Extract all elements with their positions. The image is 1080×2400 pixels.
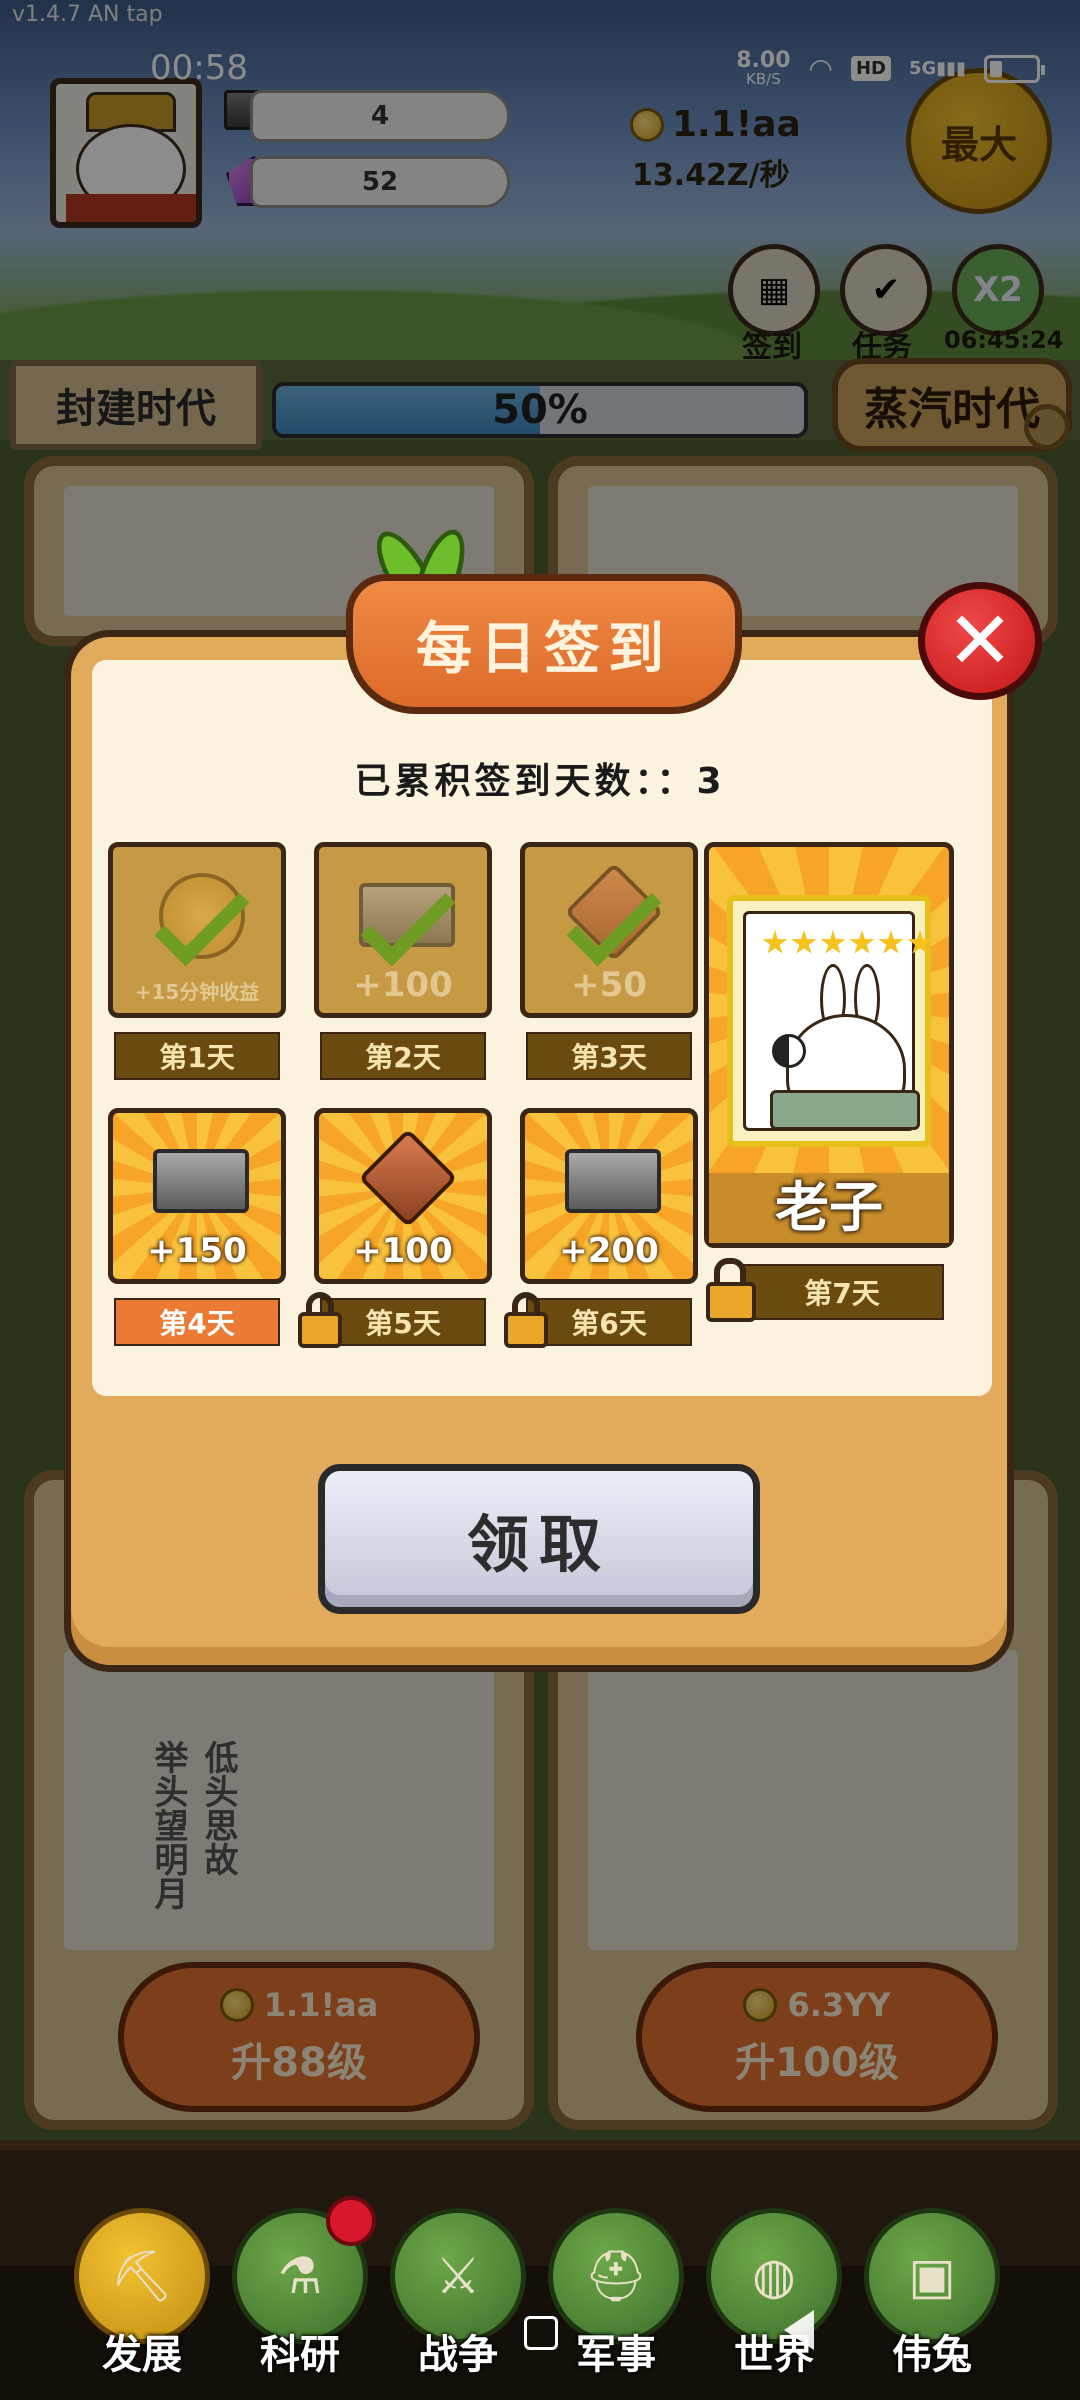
ingot-icon — [565, 1149, 661, 1213]
nav-label: 战争 — [418, 2332, 498, 2378]
ingot-icon — [153, 1149, 249, 1213]
day-2-reward: +100 — [353, 965, 453, 1005]
day-4-reward-tile[interactable]: +150 — [108, 1108, 286, 1284]
nav-label: 科研 — [260, 2332, 340, 2378]
laozi-portrait — [727, 895, 933, 1147]
home-icon[interactable] — [524, 2316, 558, 2350]
nav-item-2[interactable]: ⚔ 战争 — [388, 2208, 528, 2378]
star-icon — [878, 930, 904, 954]
claim-button[interactable]: 领取 — [318, 1464, 760, 1614]
day-3-label: 第3天 — [526, 1032, 692, 1080]
nav-label: 伟兔 — [892, 2332, 972, 2378]
back-icon[interactable] — [784, 2310, 814, 2350]
star-rating — [762, 930, 933, 956]
star-icon — [820, 930, 846, 954]
star-icon — [849, 930, 875, 954]
nav-item-4[interactable]: ◍ 世界 — [704, 2208, 844, 2378]
day-1-reward-tile[interactable]: +15分钟收益 — [108, 842, 286, 1018]
day-7-reward-name: 老子 — [775, 1176, 883, 1239]
day-2-label: 第2天 — [320, 1032, 486, 1080]
day-6-label: 第6天 — [526, 1298, 692, 1346]
nav-item-5[interactable]: ▣ 伟兔 — [862, 2208, 1002, 2378]
close-button[interactable]: ✕ — [918, 582, 1042, 700]
day-6-reward-tile[interactable]: +200 — [520, 1108, 698, 1284]
day-1-reward: +15分钟收益 — [134, 980, 260, 1004]
day-3-reward: +50 — [571, 965, 647, 1005]
day-3-reward-tile[interactable]: +50 — [520, 842, 698, 1018]
star-icon — [762, 930, 788, 954]
day-5-reward-tile[interactable]: +100 — [314, 1108, 492, 1284]
accumulated-days-text: 已累积签到天数：：3 — [354, 761, 726, 802]
nav-item-0[interactable]: ⛏ 发展 — [72, 2208, 212, 2378]
day-5-reward: +100 — [353, 1231, 453, 1271]
nav-label: 军事 — [576, 2332, 656, 2378]
lock-icon — [298, 1292, 342, 1348]
nav-label: 发展 — [102, 2332, 182, 2378]
lock-icon — [706, 1258, 756, 1322]
book-icon — [358, 1128, 458, 1228]
nav-label: 世界 — [734, 2332, 814, 2378]
day-4-label: 第4天 — [114, 1298, 280, 1346]
star-icon — [907, 930, 933, 954]
day-6-reward: +200 — [559, 1231, 659, 1271]
lock-icon — [504, 1292, 548, 1348]
dialog-title: 每日签到 — [346, 574, 742, 714]
star-icon — [791, 930, 817, 954]
yinyang-icon — [772, 1034, 806, 1068]
day-2-reward-tile[interactable]: +100 — [314, 842, 492, 1018]
nav-item-3[interactable]: ⛑ 军事 — [546, 2208, 686, 2378]
day-5-label: 第5天 — [320, 1298, 486, 1346]
notification-badge — [326, 2196, 376, 2246]
day-4-reward: +150 — [147, 1231, 247, 1271]
close-icon: ✕ — [946, 594, 1014, 687]
day-1-label: 第1天 — [114, 1032, 280, 1080]
day-7-label: 第7天 — [740, 1264, 944, 1320]
day-7-reward-card[interactable]: 老子 — [704, 842, 954, 1248]
